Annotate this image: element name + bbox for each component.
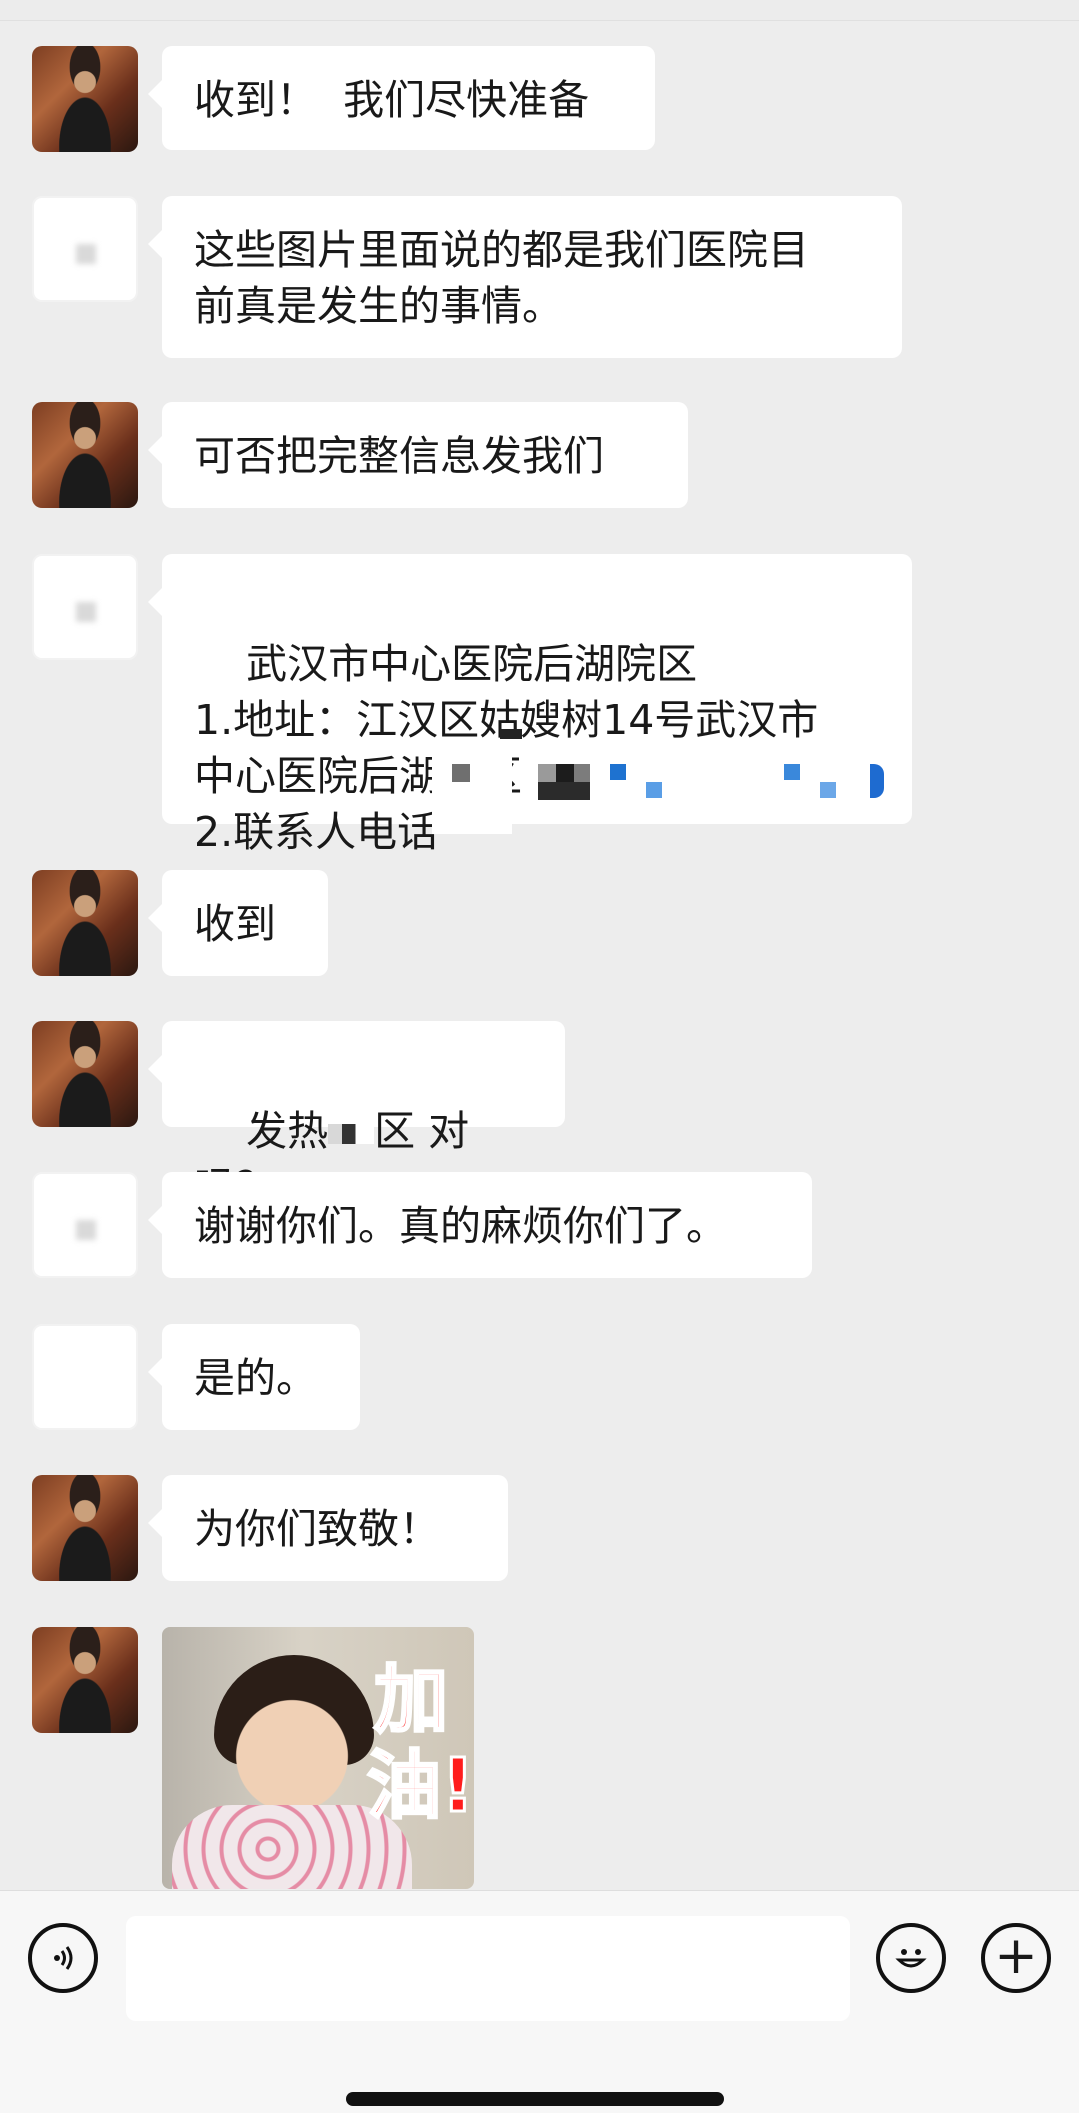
sender-avatar[interactable] (32, 196, 138, 302)
message-bubble[interactable]: 收到 (148, 870, 328, 976)
emoji-icon (895, 1949, 927, 1968)
contact-avatar[interactable] (32, 1627, 138, 1733)
message-bubble[interactable]: 发热区 对吗？ (148, 1021, 565, 1211)
sender-avatar[interactable] (32, 1324, 138, 1430)
sender-avatar[interactable] (32, 554, 138, 660)
message-bubble[interactable]: 收到！ 我们尽快准备 (148, 46, 655, 150)
sticker-image[interactable]: 加油!! (162, 1627, 474, 1889)
top-divider (0, 0, 1079, 21)
voice-button[interactable] (28, 1923, 98, 1993)
contact-avatar[interactable] (32, 46, 138, 152)
message-bubble[interactable]: 武汉市中心医院后湖院区 1.地址：江汉区姑嫂树14号武汉市 中心医院后湖院区 2… (148, 554, 912, 856)
sticker-caption: 加油!! (366, 1656, 475, 1831)
emoji-button[interactable] (876, 1923, 946, 1993)
input-toolbar: + (0, 1890, 1079, 2113)
sticker-girl-face (227, 1679, 357, 1819)
more-button[interactable]: + (981, 1923, 1051, 1993)
message-bubble[interactable]: 是的。 (148, 1324, 360, 1430)
redacted-text-mosaic (328, 1124, 375, 1144)
message-bubble[interactable]: 这些图片里面说的都是我们医院目 前真是发生的事情。 (148, 196, 902, 358)
sender-avatar[interactable] (32, 1172, 138, 1278)
contact-avatar[interactable] (32, 1475, 138, 1581)
contact-avatar[interactable] (32, 402, 138, 508)
message-bubble[interactable]: 谢谢你们。真的麻烦你们了。 (148, 1172, 812, 1278)
plus-icon: + (994, 1926, 1038, 1986)
voice-icon (54, 1946, 73, 1970)
message-input[interactable] (126, 1916, 850, 2021)
message-text: 发热 (246, 1107, 329, 1155)
home-indicator[interactable] (346, 2092, 724, 2106)
message-bubble[interactable]: 可否把完整信息发我们 (148, 402, 688, 508)
contact-avatar[interactable] (32, 1021, 138, 1127)
contact-avatar[interactable] (32, 870, 138, 976)
message-bubble[interactable]: 为你们致敬！ (148, 1475, 508, 1581)
